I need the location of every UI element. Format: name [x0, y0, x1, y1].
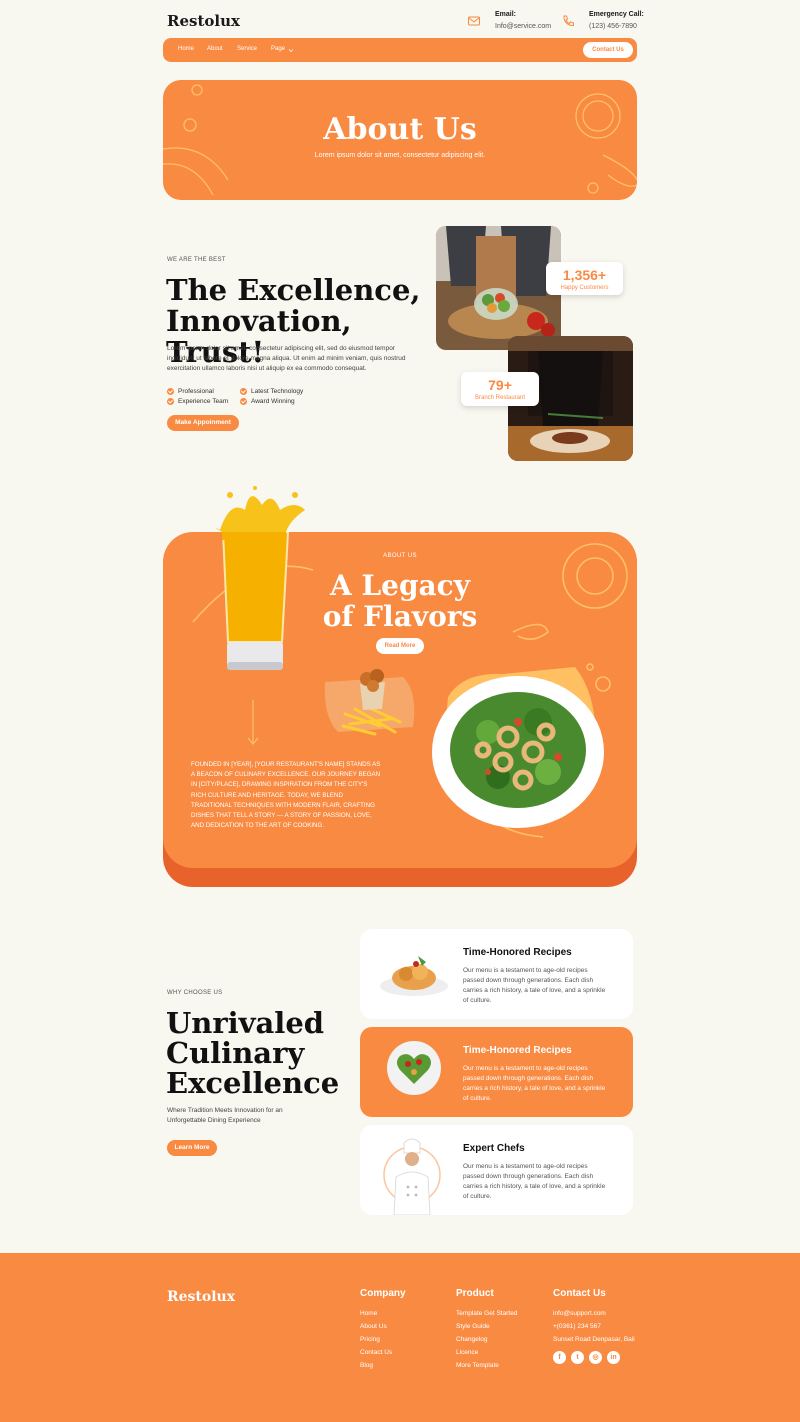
- learn-more-button[interactable]: Learn More: [167, 1140, 217, 1156]
- chef-icon: [383, 1138, 441, 1215]
- why-subtitle: Where Tradition Meets Innovation for an …: [167, 1107, 283, 1124]
- card-title: Time-Honored Recipes: [463, 947, 572, 958]
- why-eyebrow: WHY CHOOSE US: [167, 990, 223, 996]
- site-footer: Restolux Company Home About Us Pricing C…: [0, 1253, 800, 1422]
- email-label: Email:: [495, 11, 517, 18]
- footer-link[interactable]: Contact Us: [360, 1346, 406, 1359]
- card-title: Expert Chefs: [463, 1143, 525, 1154]
- juice-splash-image: [215, 486, 305, 540]
- heart-salad-icon: [387, 1041, 441, 1095]
- email-value[interactable]: Info@service.com: [495, 23, 551, 30]
- footer-company-column: Company Home About Us Pricing Contact Us…: [360, 1288, 406, 1372]
- feature-item: Experience Team: [167, 398, 228, 405]
- legacy-card: ABOUT US A Legacy of Flavors Read More F…: [163, 532, 637, 868]
- feature-card[interactable]: Expert Chefs Our menu is a testament to …: [360, 1125, 633, 1215]
- phone-value[interactable]: (123) 456-7890: [589, 23, 644, 30]
- nav-home[interactable]: Home: [178, 46, 194, 52]
- chevron-down-icon: [288, 49, 294, 53]
- stat-label: Happy Customers: [560, 285, 609, 291]
- stat-label: Branch Restaurant: [474, 395, 526, 401]
- feature-card-highlighted[interactable]: Time-Honored Recipes Our menu is a testa…: [360, 1027, 633, 1117]
- why-title: Unrivaled Culinary Excellence: [166, 1006, 340, 1100]
- footer-address: Sunset Road Denpasar, Bali: [553, 1336, 635, 1343]
- section-eyebrow: WE ARE THE BEST: [167, 257, 226, 263]
- site-logo[interactable]: Restolux: [167, 12, 240, 30]
- feature-card[interactable]: Time-Honored Recipes Our menu is a testa…: [360, 929, 633, 1019]
- check-icon: [167, 388, 174, 395]
- linkedin-icon[interactable]: in: [607, 1351, 620, 1364]
- footer-product-column: Product Template Get Started Style Guide…: [456, 1288, 517, 1372]
- footer-link[interactable]: More Template: [456, 1359, 517, 1372]
- footer-heading: Contact Us: [553, 1288, 606, 1299]
- footer-link[interactable]: Changelog: [456, 1333, 517, 1346]
- page-subtitle: Lorem ipsum dolor sit amet, consectetur …: [314, 152, 486, 159]
- about-hero-banner: About Us Lorem ipsum dolor sit amet, con…: [163, 80, 637, 200]
- check-icon: [240, 398, 247, 405]
- instagram-icon[interactable]: ◎: [589, 1351, 602, 1364]
- fries-chicken-image: [341, 669, 402, 736]
- phone-icon: [563, 15, 574, 27]
- footer-link[interactable]: Style Guide: [456, 1320, 517, 1333]
- footer-email[interactable]: info@support.com: [553, 1307, 637, 1320]
- social-links: f t ◎ in: [553, 1351, 637, 1364]
- pastry-dish-icon: [380, 956, 448, 996]
- phone-label: Emergency Call:: [589, 11, 644, 18]
- nav-page[interactable]: Page: [271, 46, 285, 52]
- nav-service[interactable]: Service: [237, 46, 257, 52]
- footer-heading: Company: [360, 1288, 406, 1299]
- footer-logo[interactable]: Restolux: [167, 1289, 235, 1305]
- footer-heading: Product: [456, 1288, 494, 1299]
- card-text: Our menu is a testament to age-old recip…: [463, 967, 606, 1004]
- section-text: Lorem ipsum dolor sit amet, consectetur …: [167, 345, 406, 372]
- arrow-down-icon: [247, 700, 259, 746]
- stat-value: 1,356+: [562, 267, 607, 283]
- juice-glass-lower: [221, 532, 290, 670]
- salad-photo: [436, 226, 561, 350]
- main-nav: Home About Service Page Contact Us: [163, 38, 637, 62]
- card-text: Our menu is a testament to age-old recip…: [463, 1065, 606, 1102]
- stat-card-customers: 1,356+ Happy Customers: [546, 262, 623, 295]
- contact-us-button[interactable]: Contact Us: [583, 42, 633, 58]
- footer-link[interactable]: Template Get Started: [456, 1307, 517, 1320]
- footer-link[interactable]: Pricing: [360, 1333, 406, 1346]
- nav-about[interactable]: About: [207, 46, 223, 52]
- footer-link[interactable]: Blog: [360, 1359, 406, 1372]
- feature-item: Award Winning: [240, 398, 295, 405]
- footer-contact-column: Contact Us info@support.com +(0361) 234 …: [553, 1288, 637, 1364]
- stat-card-branches: 79+ Branch Restaurant: [461, 372, 539, 406]
- footer-link[interactable]: Home: [360, 1307, 406, 1320]
- footer-link[interactable]: Licence: [456, 1346, 517, 1359]
- legacy-title: A Legacy of Flavors: [322, 569, 478, 633]
- legacy-story-text: Founded in [Year], [Your Restaurant's Na…: [191, 761, 381, 830]
- header-phone: Emergency Call: (123) 456-7890: [561, 11, 644, 30]
- check-icon: [167, 398, 174, 405]
- feature-item: Latest Technology: [240, 388, 303, 395]
- make-appointment-button[interactable]: Make Appoinment: [167, 415, 239, 431]
- mail-icon: [468, 16, 480, 26]
- card-title: Time-Honored Recipes: [463, 1045, 572, 1056]
- card-text: Our menu is a testament to age-old recip…: [463, 1163, 606, 1200]
- twitter-icon[interactable]: t: [571, 1351, 584, 1364]
- check-icon: [240, 388, 247, 395]
- facebook-icon[interactable]: f: [553, 1351, 566, 1364]
- salad-plate-image: [432, 676, 604, 828]
- read-more-button[interactable]: Read More: [376, 638, 424, 654]
- feature-item: Professional: [167, 388, 214, 395]
- stat-value: 79+: [488, 377, 512, 393]
- header-email: Email: Info@service.com: [467, 11, 551, 30]
- page-title: About Us: [323, 112, 477, 147]
- footer-phone[interactable]: +(0361) 234 567: [553, 1320, 637, 1333]
- footer-link[interactable]: About Us: [360, 1320, 406, 1333]
